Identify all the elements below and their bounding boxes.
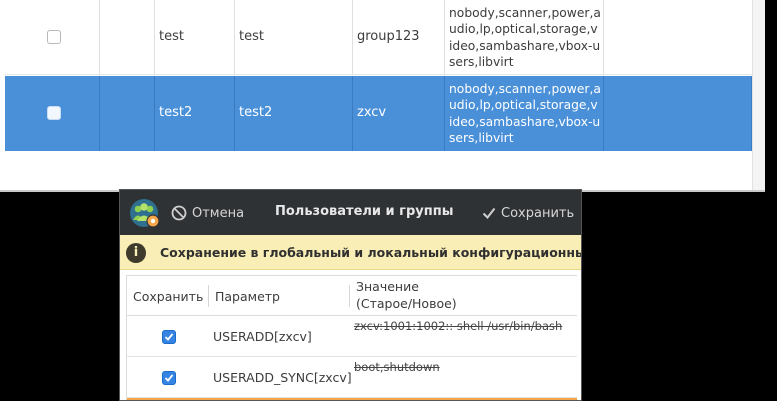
primary-group: zxcv — [357, 105, 387, 120]
username-cell: test2 — [155, 76, 235, 151]
group-cell: group123 — [353, 0, 445, 75]
cancel-button[interactable]: Отмена — [171, 203, 244, 223]
primary-group: group123 — [357, 29, 420, 44]
group-cell: zxcv — [353, 76, 445, 151]
table-row[interactable]: test test group123 nobody,scanner,power,… — [5, 0, 752, 75]
info-message: Сохранение в глобальный и локальный конф… — [160, 245, 582, 260]
select-cell — [5, 76, 100, 151]
cancel-label: Отмена — [192, 205, 245, 221]
username-cell: test — [155, 0, 235, 75]
supplementary-groups: nobody,scanner,power,audio,lp,optical,st… — [449, 82, 601, 146]
save-label: Сохранить — [501, 205, 575, 221]
row-checkbox[interactable] — [47, 30, 61, 44]
empty-cell — [100, 0, 155, 75]
empty-cell — [604, 0, 752, 75]
scrollbar[interactable] — [752, 0, 765, 190]
username: test — [159, 29, 184, 44]
fullname-cell: test — [235, 0, 353, 75]
checkmark-icon — [164, 374, 174, 382]
param-name: USERADD_SYNC[zxcv] — [213, 370, 352, 385]
groups-cell: nobody,scanner,power,audio,lp,optical,st… — [445, 0, 604, 75]
info-bar: i Сохранение в глобальный и локальный ко… — [120, 235, 582, 270]
column-header-value[interactable]: Значение — [356, 279, 419, 294]
groups-cell: nobody,scanner,power,audio,lp,optical,st… — [445, 76, 604, 151]
old-value: zxcv:1001:1002:: shell /usr/bin/bash — [354, 319, 563, 333]
empty-cell — [100, 76, 155, 151]
empty-cell — [604, 76, 752, 151]
list-header: Сохранить Параметр Значение (Старое/Ново… — [127, 276, 577, 316]
checkmark-icon — [164, 333, 174, 341]
supplementary-groups: nobody,scanner,power,audio,lp,optical,st… — [449, 6, 601, 70]
full-name: test2 — [239, 105, 273, 120]
users-app-icon — [130, 199, 160, 228]
column-header-param[interactable]: Параметр — [215, 289, 280, 304]
row-checkbox[interactable] — [47, 106, 61, 120]
header-bar: Отмена Пользователи и группы Сохранить — [120, 190, 581, 235]
old-value: boot,shutdown — [354, 360, 440, 374]
dialog-title: Пользователи и группы — [275, 204, 454, 219]
save-checkbox[interactable] — [162, 371, 176, 385]
column-header-save[interactable]: Сохранить — [133, 289, 203, 304]
list-item[interactable]: USERADD[zxcv] zxcv:1001:1002:: shell /us… — [127, 317, 577, 357]
column-separator — [349, 285, 350, 307]
save-checkbox[interactable] — [162, 330, 176, 344]
changes-list: Сохранить Параметр Значение (Старое/Ново… — [126, 275, 577, 400]
cancel-icon — [171, 205, 187, 221]
column-header-value-sub: (Старое/Новое) — [356, 296, 457, 311]
full-name: test — [239, 29, 264, 44]
save-button[interactable]: Сохранить — [482, 203, 574, 223]
column-separator — [208, 285, 209, 307]
info-icon: i — [126, 243, 146, 263]
checkmark-icon — [482, 207, 496, 220]
table-row-selected[interactable]: test2 test2 zxcv nobody,scanner,power,au… — [5, 76, 752, 151]
list-item[interactable]: USERADD_SYNC[zxcv] boot,shutdown — [127, 358, 577, 398]
username: test2 — [159, 105, 193, 120]
select-cell — [5, 0, 100, 75]
users-table: test test group123 nobody,scanner,power,… — [0, 0, 765, 192]
param-name: USERADD[zxcv] — [213, 329, 312, 344]
fullname-cell: test2 — [235, 76, 353, 151]
save-dialog: Отмена Пользователи и группы Сохранить i… — [119, 189, 582, 401]
